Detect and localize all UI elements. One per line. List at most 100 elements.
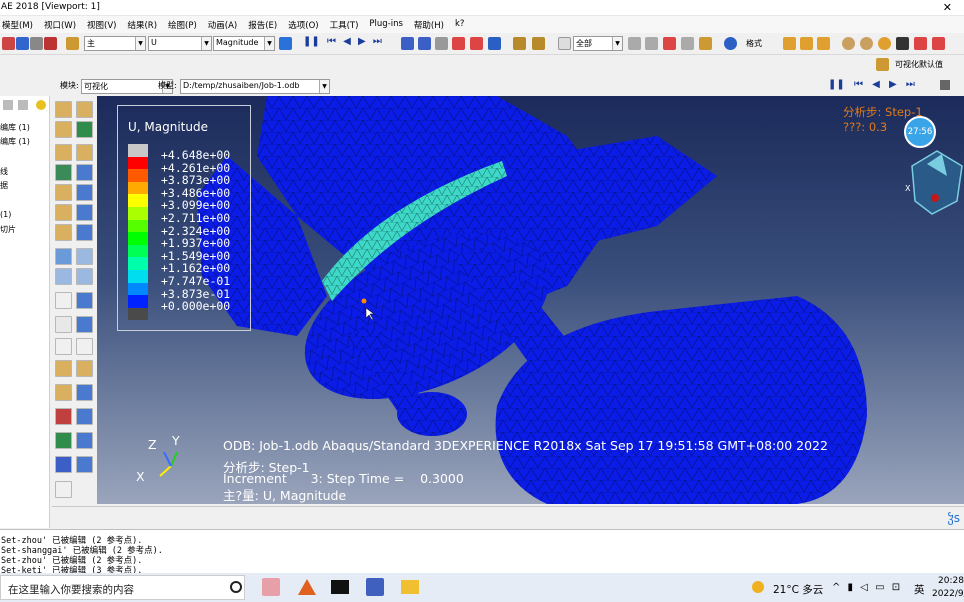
viewport-list-icon[interactable]: [940, 80, 950, 90]
plot-allow-icon[interactable]: [55, 204, 72, 221]
tree-item[interactable]: 线: [0, 166, 8, 177]
style-label[interactable]: 格式: [746, 38, 762, 49]
xy-data-icon[interactable]: [76, 248, 93, 265]
probe-values-icon[interactable]: [55, 456, 72, 473]
cube-front-icon[interactable]: [783, 37, 796, 50]
database-icon[interactable]: [44, 37, 57, 50]
print-icon[interactable]: [30, 37, 43, 50]
report-table-icon[interactable]: [76, 316, 93, 333]
next-frame-icon[interactable]: ▶: [358, 36, 366, 47]
view-cube[interactable]: [911, 150, 963, 215]
menu-plugins[interactable]: Plug-ins: [364, 16, 409, 33]
animate-scale-icon[interactable]: [55, 224, 72, 241]
tree-item[interactable]: (1): [0, 210, 11, 219]
first-frame-icon[interactable]: ⏮: [854, 79, 863, 90]
animate-options-icon[interactable]: [55, 248, 72, 265]
tree-item[interactable]: 据: [0, 180, 8, 191]
viz-defaults-label[interactable]: 可视化默认值: [895, 59, 943, 70]
prev-frame-icon[interactable]: ◀: [872, 79, 880, 90]
pan-icon[interactable]: [401, 37, 414, 50]
annotation-icon[interactable]: [55, 481, 72, 498]
taskbar-search[interactable]: 在这里输入你要搜索的内容: [0, 575, 245, 600]
animate-time-icon[interactable]: [76, 224, 93, 241]
menu-viewport[interactable]: 视口(W): [39, 16, 82, 33]
undo-icon[interactable]: [914, 37, 927, 50]
contour-options-icon[interactable]: [55, 164, 72, 181]
overlay-manager-icon[interactable]: [76, 432, 93, 449]
viz-defaults-icon[interactable]: [876, 58, 889, 71]
menu-result[interactable]: 结果(R): [122, 16, 163, 33]
symbol-options-icon[interactable]: [55, 184, 72, 201]
menu-help[interactable]: 帮助(H): [409, 16, 450, 33]
stream-icon[interactable]: [55, 360, 72, 377]
plot-undeformed-icon[interactable]: [55, 101, 72, 118]
redo-icon[interactable]: [932, 37, 945, 50]
zoom-box-icon[interactable]: [452, 37, 465, 50]
plot-symbol-both-icon[interactable]: [76, 144, 93, 161]
plot-contour-icon[interactable]: [55, 121, 72, 138]
options-grid-icon[interactable]: [76, 164, 93, 181]
stream-plot-icon[interactable]: [76, 360, 93, 377]
pause-icon[interactable]: ❚❚: [303, 36, 320, 47]
probe-icon[interactable]: [532, 37, 545, 50]
expand-icon[interactable]: [18, 100, 28, 110]
overlay-icon[interactable]: [55, 432, 72, 449]
weather-text[interactable]: 21°C 多云: [773, 582, 823, 597]
part-select[interactable]: 主 ▼: [84, 36, 146, 51]
query-icon[interactable]: [513, 37, 526, 50]
invariant-select[interactable]: Magnitude ▼: [213, 36, 275, 51]
cube-top-icon[interactable]: [800, 37, 813, 50]
app-icon-terminal[interactable]: [331, 580, 349, 594]
probe-manager-icon[interactable]: [76, 456, 93, 473]
select-arrow-icon[interactable]: [558, 37, 571, 50]
info-icon[interactable]: [724, 37, 737, 50]
filter-icon[interactable]: [3, 100, 13, 110]
ime-lang[interactable]: 英: [914, 582, 925, 597]
render-hidden-icon[interactable]: [860, 37, 873, 50]
cube-iso-icon[interactable]: [817, 37, 830, 50]
clock-time[interactable]: 20:28: [938, 576, 964, 586]
prev-frame-icon[interactable]: ◀: [343, 36, 351, 47]
view-cut-manager-icon[interactable]: [76, 408, 93, 425]
menu-plot[interactable]: 绘图(P): [163, 16, 203, 33]
menu-view[interactable]: 视图(V): [82, 16, 122, 33]
tree-item[interactable]: 切片: [0, 224, 16, 235]
plot-contour-both-icon[interactable]: [76, 121, 93, 138]
material-orientation-icon[interactable]: [76, 184, 93, 201]
menu-options[interactable]: 选项(O): [283, 16, 324, 33]
rotate-icon[interactable]: [418, 37, 431, 50]
app-icon-paint[interactable]: [262, 578, 280, 596]
view-cut-icon[interactable]: [55, 408, 72, 425]
last-frame-icon[interactable]: ⏭: [906, 79, 915, 90]
pause-icon[interactable]: ❚❚: [828, 79, 845, 90]
plot-symbol-icon[interactable]: [55, 144, 72, 161]
last-frame-icon[interactable]: ⏭: [373, 36, 382, 47]
hint-icon[interactable]: [36, 100, 46, 110]
app-icon-abaqus[interactable]: [366, 578, 384, 596]
menu-animate[interactable]: 动画(A): [203, 16, 243, 33]
magnify-icon[interactable]: [435, 37, 448, 50]
path-icon[interactable]: [55, 338, 72, 355]
first-frame-icon[interactable]: ⏮: [327, 36, 336, 47]
crop-icon[interactable]: [663, 37, 676, 50]
selection-select[interactable]: 全部 ▼: [573, 36, 623, 51]
tree-item[interactable]: 编库 (1): [0, 136, 30, 147]
menu-context-help[interactable]: k?: [450, 16, 470, 33]
xy-plot-icon[interactable]: [55, 268, 72, 285]
spreadsheet-icon[interactable]: [55, 316, 72, 333]
allow-options-icon[interactable]: [76, 204, 93, 221]
app-icon-explorer[interactable]: [401, 580, 419, 594]
axis-icon[interactable]: [55, 292, 72, 309]
display-group-icon[interactable]: [628, 37, 641, 50]
fit-icon[interactable]: [681, 37, 694, 50]
render-shaded-icon[interactable]: [878, 37, 891, 50]
render-wire-icon[interactable]: [842, 37, 855, 50]
cortana-icon[interactable]: [230, 581, 242, 593]
xy-options-icon[interactable]: [76, 268, 93, 285]
auto-fit-icon[interactable]: [470, 37, 483, 50]
clock-date[interactable]: 2022/9/: [932, 589, 964, 599]
cursor-icon[interactable]: [896, 37, 909, 50]
menu-model[interactable]: 模型(M): [0, 16, 39, 33]
close-window-icon[interactable]: ✕: [943, 1, 952, 14]
replace-icon[interactable]: [645, 37, 658, 50]
